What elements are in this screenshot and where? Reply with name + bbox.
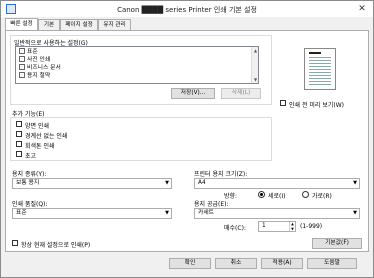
always-print-checkbox[interactable]: [12, 240, 18, 246]
landscape-label: 가로(R): [312, 193, 332, 200]
grayscale-checkbox[interactable]: [16, 141, 22, 147]
paper-saving-icon: [19, 72, 25, 78]
common-settings-list[interactable]: 표준 사진 인쇄 비즈니스 문서 용지 절약 ▲ ▼: [15, 46, 259, 84]
chevron-down-icon: ▼: [165, 180, 169, 186]
delete-button[interactable]: 삭제(L): [221, 88, 261, 99]
borderless-label: 경계선 없는 인쇄: [25, 133, 68, 140]
paper-size-label: 프린터 용지 크기(Z):: [194, 171, 248, 178]
preview-before-print-label: 인쇄 전 미리 보기(W): [289, 102, 344, 109]
ok-button[interactable]: 확인: [169, 258, 211, 269]
always-print-label: 항상 현재 설정으로 인쇄(P): [21, 242, 91, 249]
paper-preview: [304, 48, 336, 90]
help-button[interactable]: 도움말: [307, 258, 357, 269]
list-item[interactable]: 표준: [19, 48, 38, 56]
close-icon[interactable]: ✕: [355, 3, 369, 15]
tab-page-setup[interactable]: 페이지 설정: [60, 19, 98, 30]
paper-source-label: 용지 공급(E):: [194, 201, 229, 208]
chevron-down-icon: ▼: [165, 210, 169, 216]
apply-button[interactable]: 적용(A): [261, 258, 303, 269]
quick-setup-panel: 일반적으로 사용하는 설정(G) 표준 사진 인쇄 비즈니스 문서 용지 절약 …: [5, 30, 369, 252]
portrait-label: 세로(I): [268, 193, 286, 200]
spin-arrows-icon[interactable]: ▲ ▼: [289, 222, 295, 231]
photo-icon: [19, 56, 25, 62]
print-quality-select[interactable]: 표준 ▼: [12, 208, 172, 219]
tab-maintenance[interactable]: 유지 관리: [98, 19, 131, 30]
common-settings-group: 일반적으로 사용하는 설정(G) 표준 사진 인쇄 비즈니스 문서 용지 절약 …: [10, 35, 272, 105]
borderless-checkbox[interactable]: [16, 131, 22, 137]
chevron-down-icon: ▼: [353, 210, 357, 216]
list-item[interactable]: 비즈니스 문서: [19, 64, 61, 72]
tab-main[interactable]: 기본: [38, 19, 60, 30]
cancel-button[interactable]: 취소: [215, 258, 257, 269]
list-item[interactable]: 용지 절약: [19, 72, 50, 80]
chevron-down-icon: ▼: [353, 180, 357, 186]
title-bar: Canon ████ series Printer 인쇄 기본 설정 ✕: [1, 1, 373, 17]
additional-features-group: 양면 인쇄 경계선 없는 인쇄 회색톤 인쇄 초고: [10, 117, 272, 161]
copies-stepper[interactable]: 1 ▲ ▼: [258, 221, 296, 232]
printer-preferences-window: Canon ████ series Printer 인쇄 기본 설정 ✕ 빠른 …: [0, 0, 374, 278]
paper-size-select[interactable]: A4 ▼: [194, 178, 360, 189]
copies-label: 매수(C):: [224, 225, 246, 232]
print-quality-label: 인쇄 품질(Q):: [12, 201, 48, 208]
draft-checkbox[interactable]: [16, 151, 22, 157]
media-type-select[interactable]: 보통 용지 ▼: [12, 178, 172, 189]
window-title: Canon ████ series Printer 인쇄 기본 설정: [117, 6, 257, 14]
duplex-label: 양면 인쇄: [25, 123, 49, 130]
copies-range: (1-999): [300, 223, 323, 230]
landscape-radio[interactable]: [302, 191, 309, 198]
save-button[interactable]: 저장(V)...: [171, 88, 215, 99]
defaults-button[interactable]: 기본값(F): [312, 238, 362, 249]
list-scrollbar[interactable]: ▲ ▼: [251, 47, 258, 83]
draft-label: 초고: [25, 153, 37, 160]
scroll-up-icon[interactable]: ▲: [252, 47, 258, 54]
paper-source-select[interactable]: 카세트 ▼: [194, 208, 360, 219]
list-item[interactable]: 사진 인쇄: [19, 56, 50, 64]
portrait-radio[interactable]: [258, 191, 265, 198]
preview-before-print-checkbox[interactable]: [280, 100, 286, 106]
media-type-label: 용지 종류(Y):: [12, 171, 47, 178]
scroll-down-icon[interactable]: ▼: [252, 76, 258, 83]
tab-quick-setup[interactable]: 빠른 설정: [5, 18, 38, 30]
document-icon: [19, 48, 25, 54]
duplex-checkbox[interactable]: [16, 121, 22, 127]
grayscale-label: 회색톤 인쇄: [25, 143, 55, 150]
business-document-icon: [19, 64, 25, 70]
